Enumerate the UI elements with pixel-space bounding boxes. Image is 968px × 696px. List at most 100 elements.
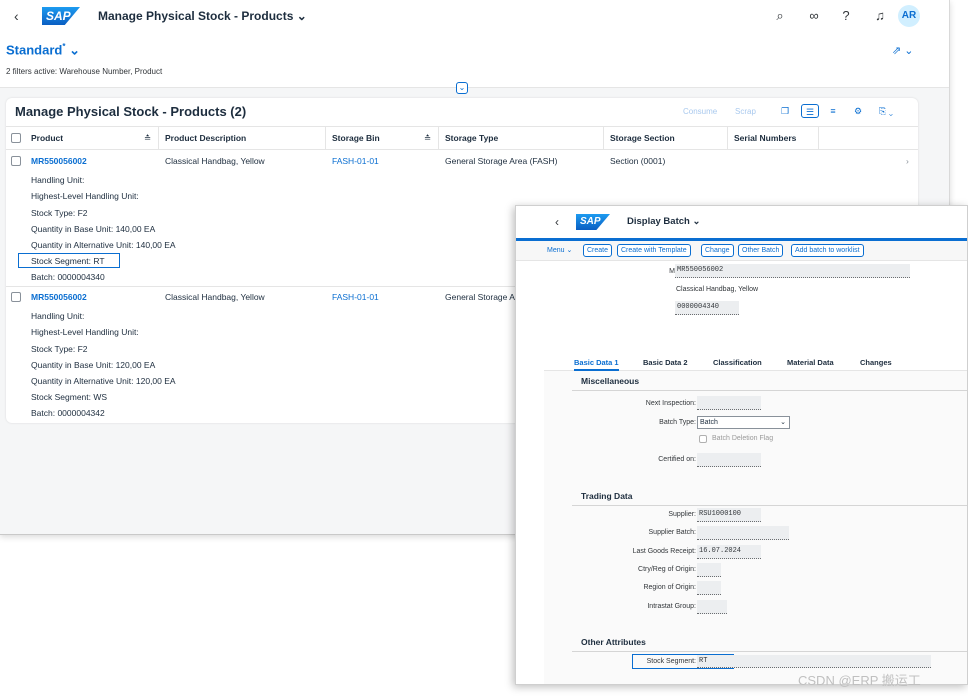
row-checkbox[interactable] [11, 292, 21, 302]
section-miscellaneous: Miscellaneous [581, 376, 640, 386]
sap-logo[interactable]: SAP [42, 7, 80, 25]
next-inspection-field[interactable] [697, 396, 761, 410]
tab-content: Miscellaneous Next Inspection: Batch Typ… [544, 371, 967, 684]
detail-qty-base: Quantity in Base Unit: 120,00 EA [31, 360, 156, 370]
last-goods-receipt-field[interactable]: 16.07.2024 [697, 545, 761, 559]
last-goods-receipt-label: Last Goods Receipt: [632, 548, 696, 555]
detail-handling-unit: Handling Unit: [31, 311, 85, 321]
display-batch-window: ‹ SAP Display Batch ⌄ Menu ⌄ Create Crea… [515, 205, 968, 685]
intrastat-group-field[interactable] [697, 600, 727, 614]
country-origin-field[interactable] [697, 563, 721, 577]
user-avatar[interactable]: AR [898, 5, 920, 27]
column-header-storage-bin[interactable]: Storage Bin [332, 133, 380, 143]
section-trading-data: Trading Data [581, 491, 633, 501]
sap-logo[interactable]: SAP [576, 214, 610, 230]
sort-icon[interactable]: ≛ [144, 133, 151, 144]
detail-highest-handling-unit: Highest-Level Handling Unit: [31, 327, 139, 337]
column-header-storage-type[interactable]: Storage Type [445, 133, 498, 143]
detail-stock-segment: Stock Segment: WS [31, 392, 108, 402]
expand-rows-icon[interactable]: ☰ [801, 104, 819, 118]
tab-basic-data-1[interactable]: Basic Data 1 [574, 358, 619, 371]
stock-segment-label: Stock Segment: [646, 658, 696, 665]
watermark: CSDN @ERP 搬运工 [798, 673, 921, 688]
region-origin-field[interactable] [697, 581, 721, 595]
storage-type: General Storage A [445, 292, 515, 302]
detail-qty-alt: Quantity in Alternative Unit: 120,00 EA [31, 376, 176, 386]
certified-on-label: Certified on: [658, 456, 696, 463]
settings-icon[interactable]: ⚙ [849, 104, 867, 118]
column-header-description[interactable]: Product Description [165, 133, 246, 143]
gui-title[interactable]: Display Batch ⌄ [627, 216, 700, 227]
collapse-header-icon[interactable]: ⌄ [456, 82, 468, 94]
country-origin-label: Ctry/Reg of Origin: [638, 566, 696, 573]
detail-qty-base: Quantity in Base Unit: 140,00 EA [31, 224, 156, 234]
search-icon[interactable]: ⌕ [772, 8, 788, 24]
tab-basic-data-2[interactable]: Basic Data 2 [643, 358, 688, 367]
sort-icon[interactable]: ≛ [424, 133, 431, 144]
create-with-template-button[interactable]: Create with Template [617, 244, 691, 257]
variant-selector[interactable]: Standard* ⌄ [6, 42, 80, 58]
intrastat-group-label: Intrastat Group: [647, 603, 696, 610]
add-to-worklist-button[interactable]: Add batch to worklist [791, 244, 864, 257]
deletion-flag-label: Batch Deletion Flag [712, 435, 774, 442]
share-icon[interactable]: ⇗ ⌄ [892, 44, 914, 57]
region-origin-label: Region of Origin: [643, 584, 696, 591]
storage-bin-link[interactable]: FASH-01-01 [332, 156, 379, 166]
stock-segment-field[interactable]: RT [697, 655, 931, 668]
batch-field[interactable]: 0000004340 [675, 301, 739, 315]
detail-highest-handling-unit: Highest-Level Handling Unit: [31, 191, 139, 201]
row-checkbox[interactable] [11, 156, 21, 166]
consume-button[interactable]: Consume [683, 107, 717, 116]
row-navigation-icon[interactable]: › [906, 156, 909, 166]
create-button[interactable]: Create [583, 244, 613, 257]
product-description: Classical Handbag, Yellow [165, 292, 265, 302]
product-description: Classical Handbag, Yellow [165, 156, 265, 166]
material-description: Classical Handbag, Yellow [676, 286, 759, 293]
detail-batch: Batch: 0000004342 [31, 408, 105, 418]
scrap-button[interactable]: Scrap [735, 107, 756, 116]
back-icon[interactable]: ‹ [14, 8, 19, 24]
detail-handling-unit: Handling Unit: [31, 175, 85, 185]
other-batch-button[interactable]: Other Batch [738, 244, 784, 257]
next-inspection-label: Next Inspection: [645, 400, 696, 407]
column-header-product[interactable]: Product [31, 133, 63, 143]
tab-changes[interactable]: Changes [860, 358, 892, 367]
export-icon[interactable]: ⎘ ⌄ [877, 104, 895, 118]
supplier-field[interactable]: RSU1000100 [697, 508, 761, 522]
notifications-icon[interactable]: ♫ [872, 8, 888, 23]
detail-stock-type: Stock Type: F2 [31, 344, 88, 354]
certified-on-field[interactable] [697, 453, 761, 467]
binoculars-icon[interactable]: ∞ [806, 8, 822, 23]
column-header-storage-section[interactable]: Storage Section [610, 133, 675, 143]
detail-stock-segment: Stock Segment: RT [31, 256, 105, 266]
filters-active-text: 2 filters active: Warehouse Number, Prod… [6, 67, 163, 76]
tab-classification[interactable]: Classification [713, 358, 762, 367]
storage-bin-link[interactable]: FASH-01-01 [332, 292, 379, 302]
column-header-serial-numbers[interactable]: Serial Numbers [734, 133, 796, 143]
deletion-flag-checkbox[interactable] [699, 435, 707, 443]
shell-bar: ‹ SAP Manage Physical Stock - Products ⌄… [0, 0, 949, 32]
back-icon[interactable]: ‹ [555, 215, 559, 229]
product-link[interactable]: MR550056002 [31, 156, 87, 166]
batch-type-select[interactable]: Batch ⌄ [697, 416, 790, 429]
menu-button[interactable]: Menu ⌄ [547, 246, 572, 254]
batch-type-label: Batch Type: [659, 419, 696, 426]
material-field[interactable]: MR550056002 [675, 264, 910, 278]
storage-type: General Storage Area (FASH) [445, 156, 558, 166]
tab-material-data[interactable]: Material Data [787, 358, 834, 367]
detail-stock-type: Stock Type: F2 [31, 208, 88, 218]
collapse-rows-icon[interactable]: ≡ [824, 104, 842, 118]
help-icon[interactable]: ? [838, 8, 854, 23]
detail-qty-alt: Quantity in Alternative Unit: 140,00 EA [31, 240, 176, 250]
detail-batch: Batch: 0000004340 [31, 272, 105, 282]
section-other-attributes: Other Attributes [581, 637, 646, 647]
product-link[interactable]: MR550056002 [31, 292, 87, 302]
select-all-checkbox[interactable] [11, 133, 21, 143]
change-button[interactable]: Change [701, 244, 734, 257]
table-title: Manage Physical Stock - Products (2) [15, 104, 247, 119]
tab-strip: Basic Data 1 Basic Data 2 Classification… [544, 355, 967, 371]
copy-icon[interactable]: ❐ [776, 104, 794, 118]
supplier-batch-field[interactable] [697, 526, 789, 540]
supplier-label: Supplier: [668, 511, 696, 518]
app-title[interactable]: Manage Physical Stock - Products ⌄ [98, 9, 307, 23]
